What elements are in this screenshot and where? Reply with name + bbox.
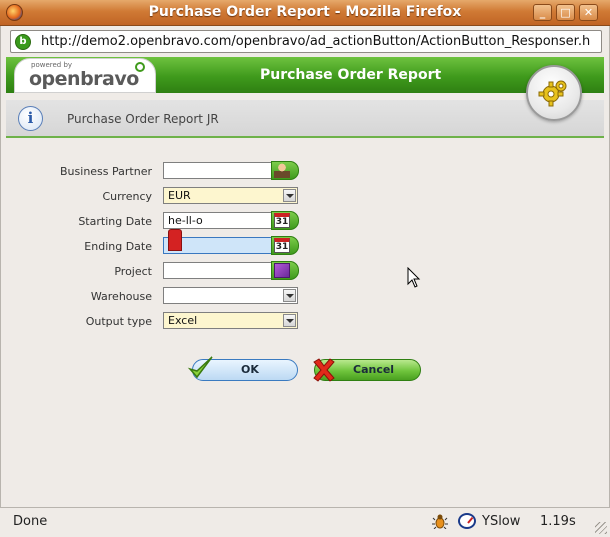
load-time: 1.19s bbox=[540, 514, 576, 529]
report-subtitle: Purchase Order Report JR bbox=[67, 112, 219, 126]
logo-brand: openbravo bbox=[29, 68, 139, 90]
url-bar: b http://demo2.openbravo.com/openbravo/a… bbox=[0, 26, 610, 56]
ending-date-label: Ending Date bbox=[84, 240, 152, 253]
yslow-label[interactable]: YSlow bbox=[482, 514, 520, 529]
cancel-label: Cancel bbox=[353, 363, 395, 376]
url-field[interactable]: b http://demo2.openbravo.com/openbravo/a… bbox=[10, 30, 602, 53]
row-project: Project bbox=[0, 261, 610, 282]
required-marker-icon bbox=[168, 229, 182, 251]
site-icon: b bbox=[15, 34, 31, 50]
minimize-button[interactable]: _ bbox=[533, 4, 552, 21]
calendar-icon: 31 bbox=[274, 238, 290, 253]
warehouse-select[interactable] bbox=[163, 287, 298, 304]
mouse-pointer-icon bbox=[407, 267, 421, 288]
logo-dot-icon bbox=[135, 62, 145, 72]
report-subheader: i Purchase Order Report JR bbox=[6, 100, 604, 138]
currency-label: Currency bbox=[102, 190, 152, 203]
currency-value: EUR bbox=[168, 189, 191, 202]
resize-grip[interactable] bbox=[595, 522, 607, 534]
status-bar: Done YSlow 1.19s bbox=[0, 507, 610, 537]
process-gear-icon bbox=[526, 65, 582, 121]
cancel-button[interactable]: Cancel bbox=[313, 358, 421, 382]
output-type-select[interactable]: Excel bbox=[163, 312, 298, 329]
info-icon: i bbox=[18, 106, 43, 131]
row-ending-date: Ending Date 31 bbox=[0, 236, 610, 257]
row-warehouse: Warehouse bbox=[0, 287, 610, 307]
app-header: powered by openbravo Purchase Order Repo… bbox=[6, 57, 604, 93]
close-button[interactable]: ✕ bbox=[579, 4, 598, 21]
window-titlebar: Purchase Order Report - Mozilla Firefox … bbox=[0, 0, 610, 26]
project-icon bbox=[274, 263, 290, 278]
warehouse-label: Warehouse bbox=[90, 290, 152, 303]
ending-date-calendar-button[interactable]: 31 bbox=[271, 236, 299, 255]
row-output-type: Output type Excel bbox=[0, 312, 610, 332]
firebug-icon[interactable] bbox=[432, 513, 448, 529]
project-input[interactable] bbox=[163, 262, 273, 279]
yslow-icon[interactable] bbox=[458, 513, 476, 529]
starting-date-label: Starting Date bbox=[78, 215, 152, 228]
output-type-label: Output type bbox=[85, 315, 152, 328]
status-text: Done bbox=[13, 514, 48, 529]
project-search-button[interactable] bbox=[271, 261, 299, 280]
url-text[interactable]: http://demo2.openbravo.com/openbravo/ad_… bbox=[41, 34, 597, 49]
window-title: Purchase Order Report - Mozilla Firefox bbox=[148, 4, 462, 20]
output-type-value: Excel bbox=[168, 314, 198, 327]
openbravo-logo: powered by openbravo bbox=[14, 58, 156, 93]
currency-select[interactable]: EUR bbox=[163, 187, 298, 204]
project-label: Project bbox=[114, 265, 152, 278]
ok-button[interactable]: OK bbox=[187, 356, 298, 381]
close-icon bbox=[313, 358, 335, 382]
maximize-button[interactable]: □ bbox=[556, 4, 575, 21]
business-partner-label: Business Partner bbox=[60, 165, 152, 178]
row-starting-date: Starting Date he-ll-o 31 bbox=[0, 211, 610, 232]
chevron-down-icon[interactable] bbox=[283, 289, 296, 302]
person-icon bbox=[274, 163, 290, 178]
business-partner-input[interactable] bbox=[163, 162, 273, 179]
row-currency: Currency EUR bbox=[0, 187, 610, 207]
row-business-partner: Business Partner bbox=[0, 161, 610, 182]
starting-date-calendar-button[interactable]: 31 bbox=[271, 211, 299, 230]
starting-date-input[interactable]: he-ll-o bbox=[163, 212, 273, 229]
calendar-icon: 31 bbox=[274, 213, 290, 228]
chevron-down-icon[interactable] bbox=[283, 314, 296, 327]
check-icon bbox=[187, 356, 213, 379]
business-partner-search-button[interactable] bbox=[271, 161, 299, 180]
chevron-down-icon[interactable] bbox=[283, 189, 296, 202]
ok-label: OK bbox=[241, 363, 259, 376]
page-title: Purchase Order Report bbox=[260, 67, 442, 83]
